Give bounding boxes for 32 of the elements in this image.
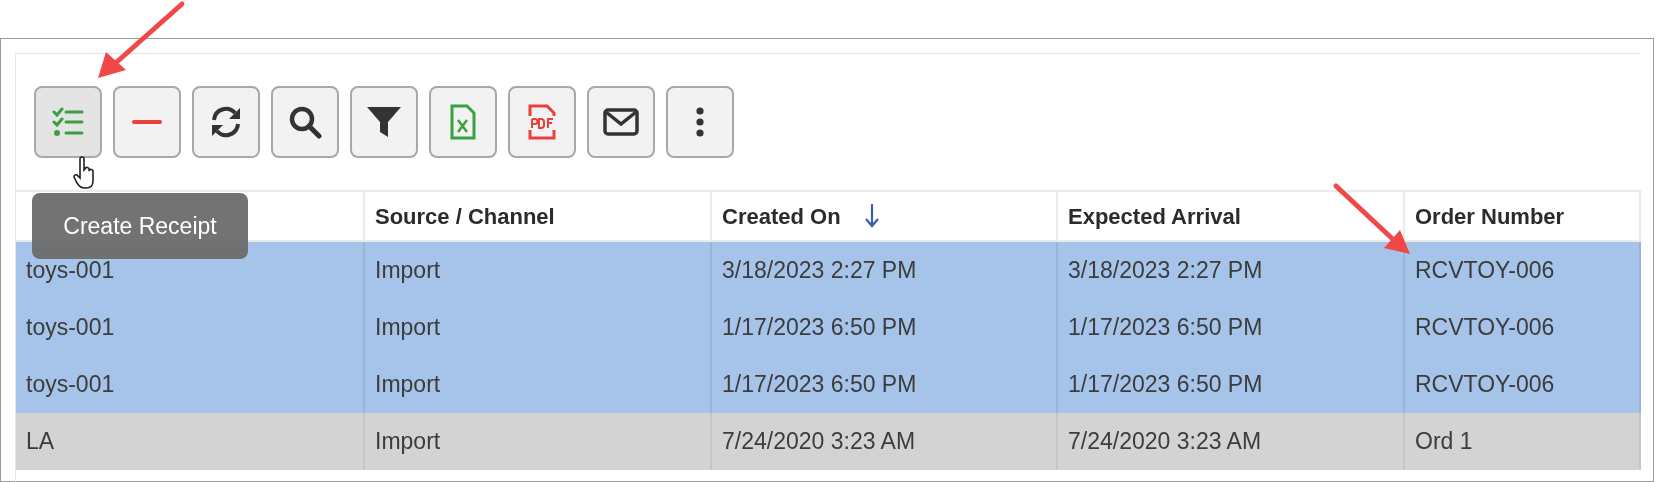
column-header-label: Expected Arrival: [1068, 202, 1241, 231]
column-header-label: Created On: [722, 202, 841, 231]
hand-cursor-icon: [73, 156, 97, 190]
table-cell: LA: [16, 413, 365, 470]
checklist-icon: [52, 107, 84, 137]
column-header-label: Source / Channel: [375, 202, 555, 231]
pdf-file-icon: [527, 104, 557, 140]
filter-icon: [366, 106, 402, 138]
minus-icon: [132, 120, 162, 124]
toolbar-button[interactable]: [271, 86, 339, 158]
search-icon: [288, 105, 322, 139]
spreadsheet-file-icon: [450, 104, 476, 140]
refresh-icon: [209, 106, 243, 138]
column-header[interactable]: Created On: [712, 192, 1058, 240]
toolbar-button[interactable]: [587, 86, 655, 158]
table-cell: 7/24/2020 3:23 AM: [712, 413, 1058, 470]
table-cell: 7/24/2020 3:23 AM: [1058, 413, 1405, 470]
table-cell: Import: [365, 413, 712, 470]
table-row[interactable]: toys-001 Import 3/18/2023 2:27 PM 3/18/2023 2:27 PM RCVTOY-006: [16, 242, 1641, 299]
table-row[interactable]: toys-001 Import 1/17/2023 6:50 PM 1/17/2023 6:50 PM RCVTOY-006: [16, 299, 1641, 356]
table-row[interactable]: toys-001 Import 1/17/2023 6:50 PM 1/17/2023 6:50 PM RCVTOY-006: [16, 356, 1641, 413]
column-header-label: Order Number: [1415, 202, 1565, 231]
toolbar-button[interactable]: [350, 86, 418, 158]
toolbar-button[interactable]: [666, 86, 734, 158]
table-row[interactable]: LA Import 7/24/2020 3:23 AM 7/24/2020 3:23 AM Ord 1: [16, 413, 1641, 470]
table-cell: Ord 1: [1405, 413, 1641, 470]
column-header[interactable]: Source / Channel: [365, 192, 712, 240]
more-icon: [696, 107, 704, 137]
tooltip: Create Receipt: [32, 193, 248, 259]
envelope-icon: [603, 108, 639, 136]
toolbar-button[interactable]: [192, 86, 260, 158]
column-header[interactable]: Order Number: [1405, 192, 1641, 240]
